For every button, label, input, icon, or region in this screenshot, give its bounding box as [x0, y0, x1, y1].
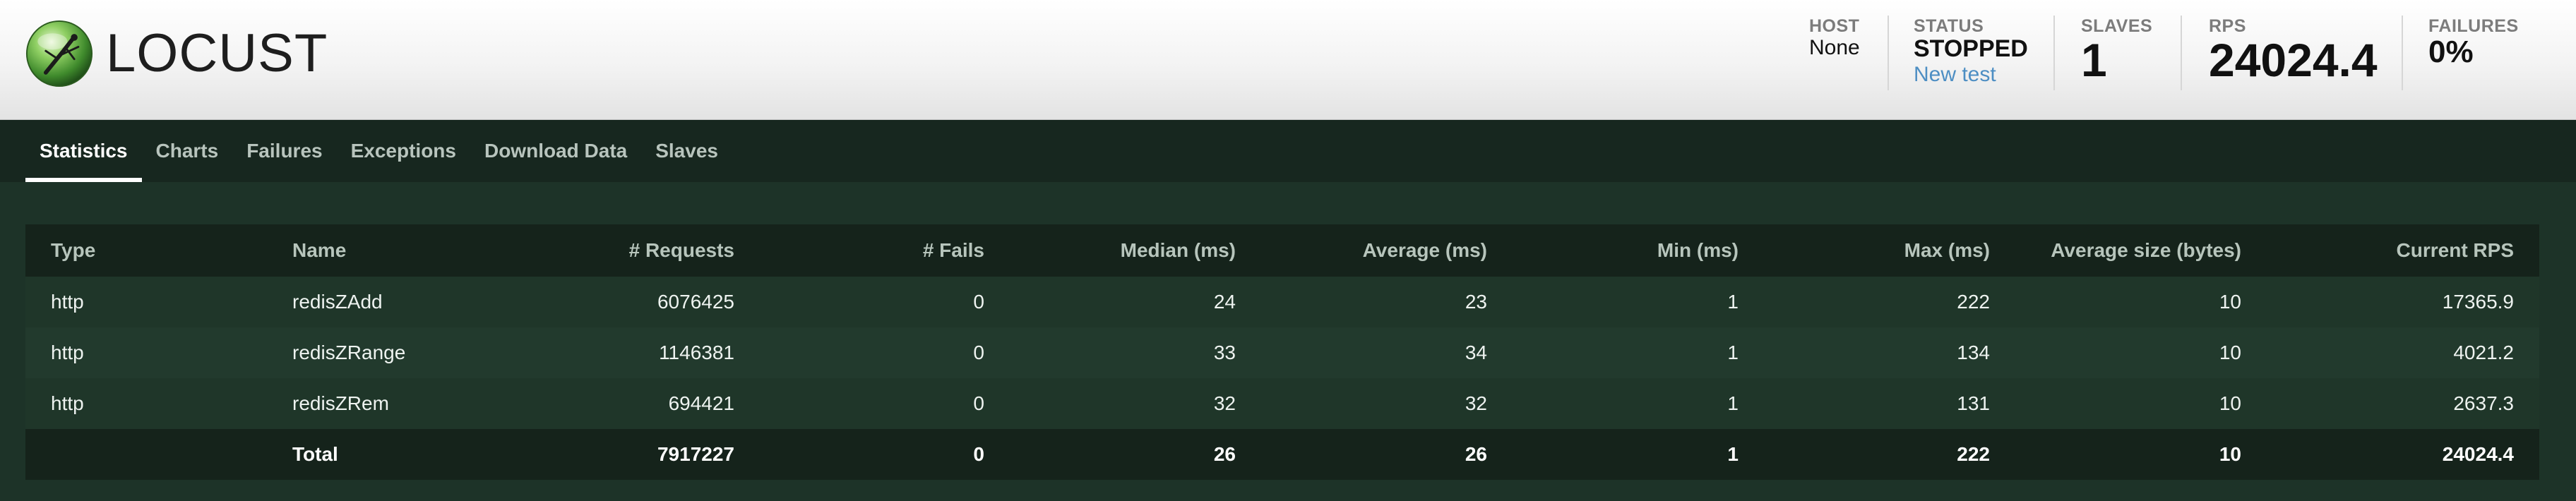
cell-average: 32 — [1261, 378, 1513, 429]
cell-average-size: 10 — [2015, 327, 2267, 378]
stats-boxes: HOST None STATUS STOPPED New test SLAVES… — [1809, 0, 2576, 120]
rps-label: RPS — [2209, 16, 2246, 36]
cell-median: 33 — [1010, 327, 1261, 378]
column-header-average-size[interactable]: Average size (bytes) — [2015, 224, 2267, 277]
total-cell-current-rps: 24024.4 — [2267, 429, 2539, 480]
cell-type: http — [25, 327, 267, 378]
total-cell-type — [25, 429, 267, 480]
table-row: http redisZRem 694421 0 32 32 1 131 10 2… — [25, 378, 2539, 429]
logo[interactable]: LOCUST — [25, 20, 328, 87]
divider — [2181, 16, 2182, 90]
table-row: http redisZRange 1146381 0 33 34 1 134 1… — [25, 327, 2539, 378]
column-header-fails[interactable]: # Fails — [760, 224, 1010, 277]
column-header-median[interactable]: Median (ms) — [1010, 224, 1261, 277]
tab-bar: Statistics Charts Failures Exceptions Do… — [25, 120, 732, 182]
cell-median: 24 — [1010, 277, 1261, 327]
tab-charts[interactable]: Charts — [142, 120, 233, 182]
cell-current-rps: 4021.2 — [2267, 327, 2539, 378]
divider — [1888, 16, 1889, 90]
logo-text: LOCUST — [106, 23, 328, 83]
tab-exceptions[interactable]: Exceptions — [337, 120, 470, 182]
cell-min: 1 — [1513, 327, 1764, 378]
cell-requests: 6076425 — [508, 277, 760, 327]
cell-min: 1 — [1513, 378, 1764, 429]
cell-average: 23 — [1261, 277, 1513, 327]
table-row: http redisZAdd 6076425 0 24 23 1 222 10 … — [25, 277, 2539, 327]
cell-median: 32 — [1010, 378, 1261, 429]
tab-download-data[interactable]: Download Data — [470, 120, 641, 182]
cell-name: redisZAdd — [267, 277, 508, 327]
tab-statistics[interactable]: Statistics — [25, 120, 142, 182]
total-cell-average-size: 10 — [2015, 429, 2267, 480]
cell-name: redisZRem — [267, 378, 508, 429]
main-nav: Statistics Charts Failures Exceptions Do… — [0, 120, 2576, 182]
cell-requests: 694421 — [508, 378, 760, 429]
failures-value: 0% — [2428, 35, 2474, 69]
total-row: Total 7917227 0 26 26 1 222 10 24024.4 — [25, 429, 2539, 480]
total-cell-average: 26 — [1261, 429, 1513, 480]
table-header-row: Type Name # Requests # Fails Median (ms)… — [25, 224, 2539, 277]
total-cell-name: Total — [267, 429, 508, 480]
tab-slaves[interactable]: Slaves — [641, 120, 732, 182]
cell-fails: 0 — [760, 378, 1010, 429]
total-cell-median: 26 — [1010, 429, 1261, 480]
host-label: HOST — [1809, 16, 1860, 36]
rps-box: RPS 24024.4 — [2181, 0, 2402, 120]
cell-requests: 1146381 — [508, 327, 760, 378]
cell-name: redisZRange — [267, 327, 508, 378]
total-cell-max: 222 — [1764, 429, 2015, 480]
cell-max: 131 — [1764, 378, 2015, 429]
cell-fails: 0 — [760, 327, 1010, 378]
cell-average-size: 10 — [2015, 378, 2267, 429]
host-box: HOST None — [1809, 0, 1888, 120]
tab-failures[interactable]: Failures — [232, 120, 336, 182]
new-test-link[interactable]: New test — [1914, 62, 2053, 87]
rps-value: 24024.4 — [2209, 34, 2378, 86]
cell-fails: 0 — [760, 277, 1010, 327]
divider — [2053, 16, 2055, 90]
column-header-min[interactable]: Min (ms) — [1513, 224, 1764, 277]
divider — [2402, 16, 2403, 90]
total-cell-requests: 7917227 — [508, 429, 760, 480]
cell-average-size: 10 — [2015, 277, 2267, 327]
cell-type: http — [25, 378, 267, 429]
total-cell-min: 1 — [1513, 429, 1764, 480]
cell-max: 222 — [1764, 277, 2015, 327]
cell-average: 34 — [1261, 327, 1513, 378]
cell-min: 1 — [1513, 277, 1764, 327]
status-label: STATUS — [1914, 16, 1984, 36]
status-value: STOPPED — [1914, 35, 2028, 62]
column-header-average[interactable]: Average (ms) — [1261, 224, 1513, 277]
cell-type: http — [25, 277, 267, 327]
failures-label: FAILURES — [2428, 16, 2519, 36]
statistics-panel: Type Name # Requests # Fails Median (ms)… — [25, 224, 2539, 480]
statistics-table: Type Name # Requests # Fails Median (ms)… — [25, 224, 2539, 480]
host-value: None — [1809, 36, 1860, 59]
slaves-box: SLAVES 1 — [2053, 0, 2181, 120]
locust-insect-globe-icon — [25, 20, 93, 87]
slaves-label: SLAVES — [2081, 16, 2153, 36]
cell-current-rps: 17365.9 — [2267, 277, 2539, 327]
column-header-type[interactable]: Type — [25, 224, 267, 277]
cell-max: 134 — [1764, 327, 2015, 378]
slaves-value: 1 — [2081, 34, 2107, 86]
cell-current-rps: 2637.3 — [2267, 378, 2539, 429]
header: LOCUST HOST None STATUS STOPPED New test… — [0, 0, 2576, 120]
column-header-max[interactable]: Max (ms) — [1764, 224, 2015, 277]
column-header-current-rps[interactable]: Current RPS — [2267, 224, 2539, 277]
total-cell-fails: 0 — [760, 429, 1010, 480]
column-header-name[interactable]: Name — [267, 224, 508, 277]
column-header-requests[interactable]: # Requests — [508, 224, 760, 277]
failures-box: FAILURES 0% — [2402, 0, 2576, 120]
status-box: STATUS STOPPED New test — [1888, 0, 2053, 120]
